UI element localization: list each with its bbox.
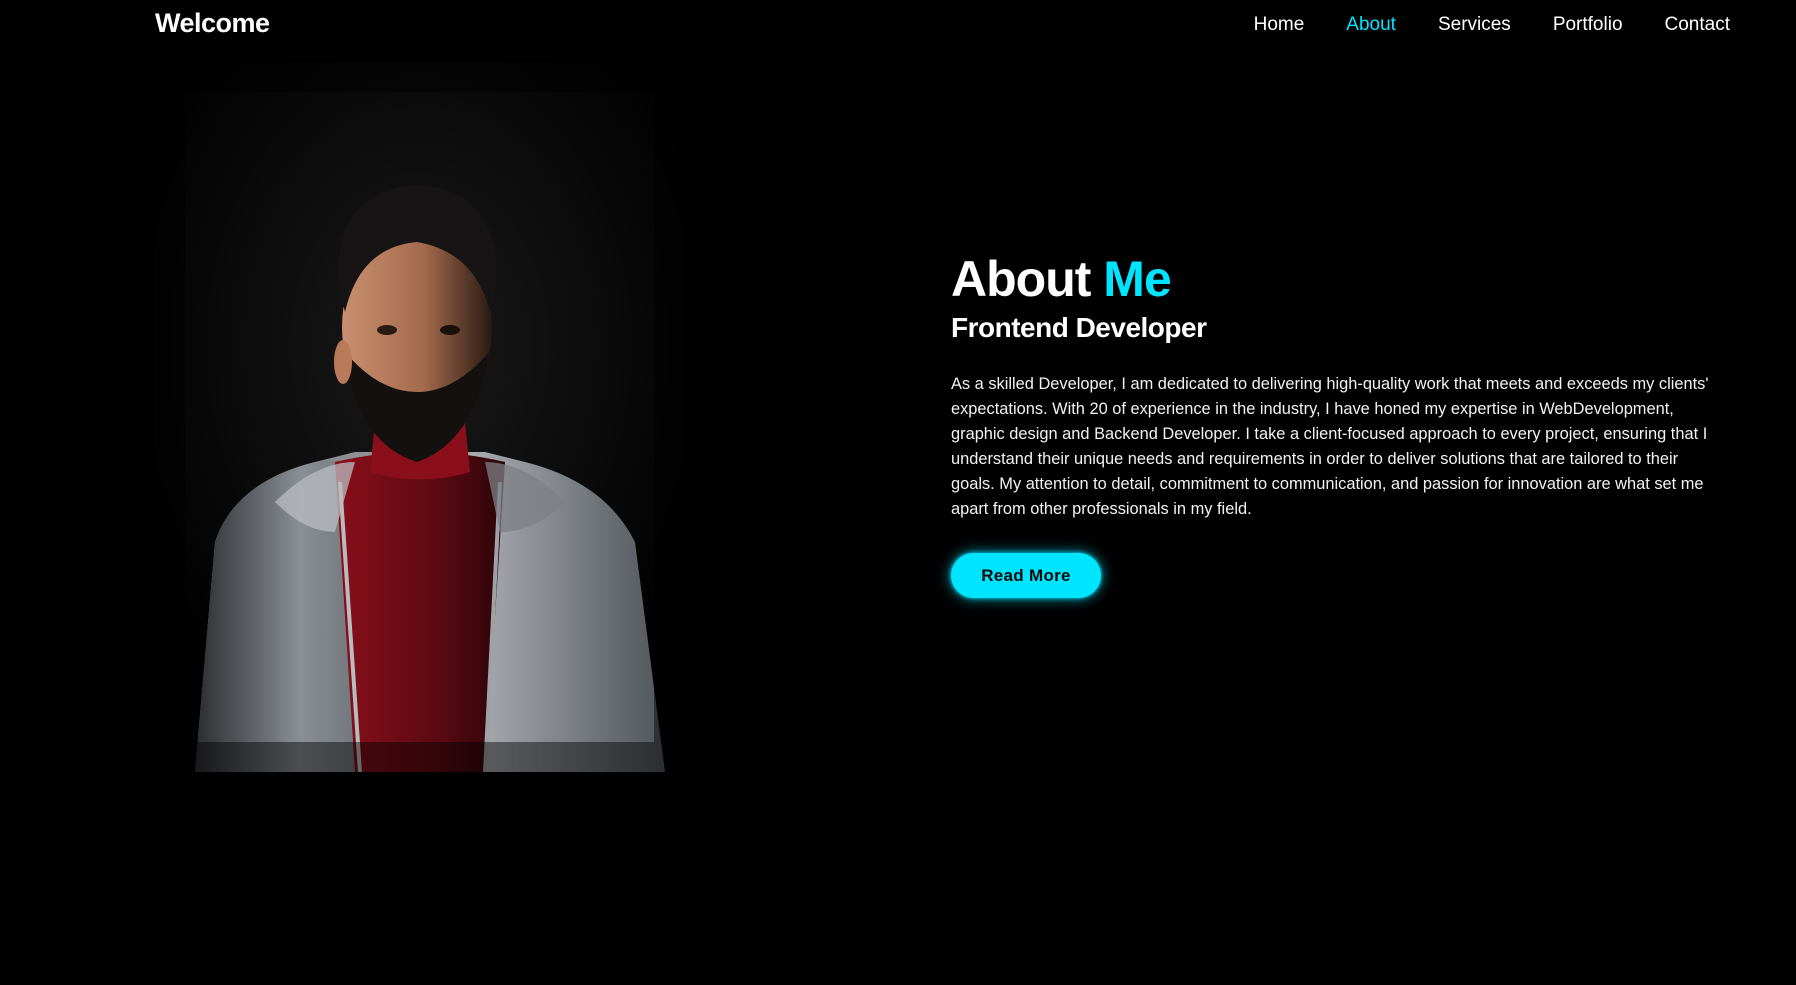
heading-about-word: About xyxy=(951,251,1091,307)
logo[interactable]: Welcome xyxy=(155,8,270,39)
profile-photo xyxy=(155,62,684,772)
nav-home[interactable]: Home xyxy=(1254,14,1305,36)
portrait-illustration xyxy=(155,62,684,772)
about-paragraph: As a skilled Developer, I am dedicated t… xyxy=(951,375,1709,518)
about-section: About Me Frontend Developer As a skilled… xyxy=(951,250,1731,598)
about-heading: About Me xyxy=(951,250,1731,308)
nav-about[interactable]: About xyxy=(1346,14,1396,36)
nav-services[interactable]: Services xyxy=(1438,14,1511,36)
nav-contact[interactable]: Contact xyxy=(1665,14,1730,36)
read-more-button[interactable]: Read More xyxy=(951,553,1101,598)
site-header: Welcome Home About Services Portfolio Co… xyxy=(0,0,1796,50)
role-title: Frontend Developer xyxy=(951,312,1207,343)
main-nav: Home About Services Portfolio Contact xyxy=(1254,14,1730,36)
nav-portfolio[interactable]: Portfolio xyxy=(1553,14,1623,36)
page: Welcome Home About Services Portfolio Co… xyxy=(0,0,1796,985)
heading-me-word: Me xyxy=(1103,251,1171,307)
